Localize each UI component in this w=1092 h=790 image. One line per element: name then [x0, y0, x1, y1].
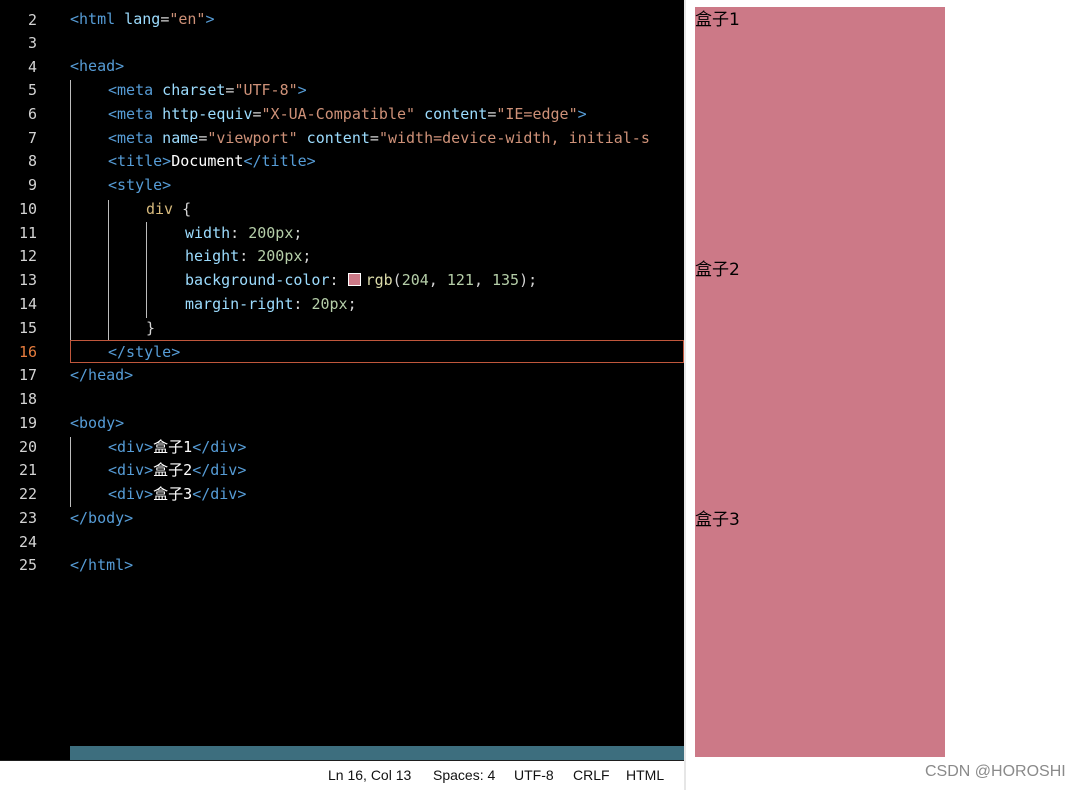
code-line-11: width: 200px;	[185, 224, 303, 242]
line-number: 6	[27, 105, 37, 123]
line-number: 20	[18, 438, 37, 456]
code-line-7: <meta name="viewport" content="width=dev…	[108, 129, 650, 147]
watermark: CSDN @HOROSHI	[925, 763, 1066, 780]
code-line-16: </style>	[108, 343, 181, 361]
code-line-5: <meta charset="UTF-8">	[108, 81, 307, 99]
line-number-active: 16	[18, 343, 37, 361]
code-line-12: height: 200px;	[185, 247, 312, 265]
browser-preview: 盒子1 盒子2 盒子3	[686, 0, 1092, 790]
color-swatch[interactable]	[347, 273, 361, 286]
code-line-14: margin-right: 20px;	[185, 295, 357, 313]
code-editor[interactable]: 2 3 4 5 6 7 8 9 10 11 12 13 14 15 16 17 …	[0, 0, 684, 790]
line-number: 24	[18, 533, 37, 551]
line-number: 18	[18, 390, 37, 408]
line-number: 3	[27, 34, 37, 52]
line-number: 4	[27, 58, 37, 76]
code-line-25: </html>	[70, 556, 134, 574]
line-number: 14	[18, 295, 37, 313]
code-line-15: }	[146, 319, 156, 337]
code-line-17: </head>	[70, 366, 134, 384]
line-number: 22	[18, 485, 37, 503]
code-line-8: <title>Document</title>	[108, 152, 316, 170]
code-line-6: <meta http-equiv="X-UA-Compatible" conte…	[108, 105, 587, 123]
line-number: 13	[18, 271, 37, 289]
line-number: 8	[27, 152, 37, 170]
line-number: 9	[27, 176, 37, 194]
line-number: 5	[27, 81, 37, 99]
box-label: 盒子2	[695, 260, 740, 280]
line-ending-setting[interactable]: CRLF	[573, 767, 610, 783]
code-line-10: div {	[146, 200, 192, 218]
code-line-2: <html lang="en">	[70, 10, 215, 28]
preview-box-3: 盒子3	[695, 507, 945, 757]
code-line-13: background-color: rgb(204, 121, 135);	[185, 271, 538, 289]
preview-box-1: 盒子1	[695, 7, 945, 257]
line-number: 2	[27, 11, 37, 29]
line-number-gutter: 2 3 4 5 6 7 8 9 10 11 12 13 14 15 16 17 …	[0, 0, 60, 760]
box-label: 盒子1	[695, 10, 740, 30]
code-line-19: <body>	[70, 414, 125, 432]
language-mode[interactable]: HTML	[626, 767, 664, 783]
indentation-setting[interactable]: Spaces: 4	[433, 767, 495, 783]
line-number: 12	[18, 247, 37, 265]
line-number: 17	[18, 366, 37, 384]
line-number: 23	[18, 509, 37, 527]
line-number: 10	[18, 200, 37, 218]
line-number: 15	[18, 319, 37, 337]
encoding-setting[interactable]: UTF-8	[514, 767, 554, 783]
box-label: 盒子3	[695, 510, 740, 530]
horizontal-scrollbar[interactable]	[70, 746, 684, 760]
code-line-23: </body>	[70, 509, 134, 527]
code-area[interactable]: <html lang="en"> <head> <meta charset="U…	[70, 0, 684, 760]
code-line-4: <head>	[70, 57, 125, 75]
code-line-21: <div>盒子2</div>	[108, 461, 247, 479]
preview-box-2: 盒子2	[695, 257, 945, 507]
code-line-22: <div>盒子3</div>	[108, 485, 247, 503]
line-number: 11	[18, 224, 37, 242]
line-number: 7	[27, 129, 37, 147]
line-number: 25	[18, 556, 37, 574]
line-number: 21	[18, 461, 37, 479]
status-bar: Ln 16, Col 13 Spaces: 4 UTF-8 CRLF HTML	[0, 760, 684, 790]
code-line-20: <div>盒子1</div>	[108, 438, 247, 456]
code-line-9: <style>	[108, 176, 172, 194]
line-number: 19	[18, 414, 37, 432]
cursor-position[interactable]: Ln 16, Col 13	[328, 767, 411, 783]
